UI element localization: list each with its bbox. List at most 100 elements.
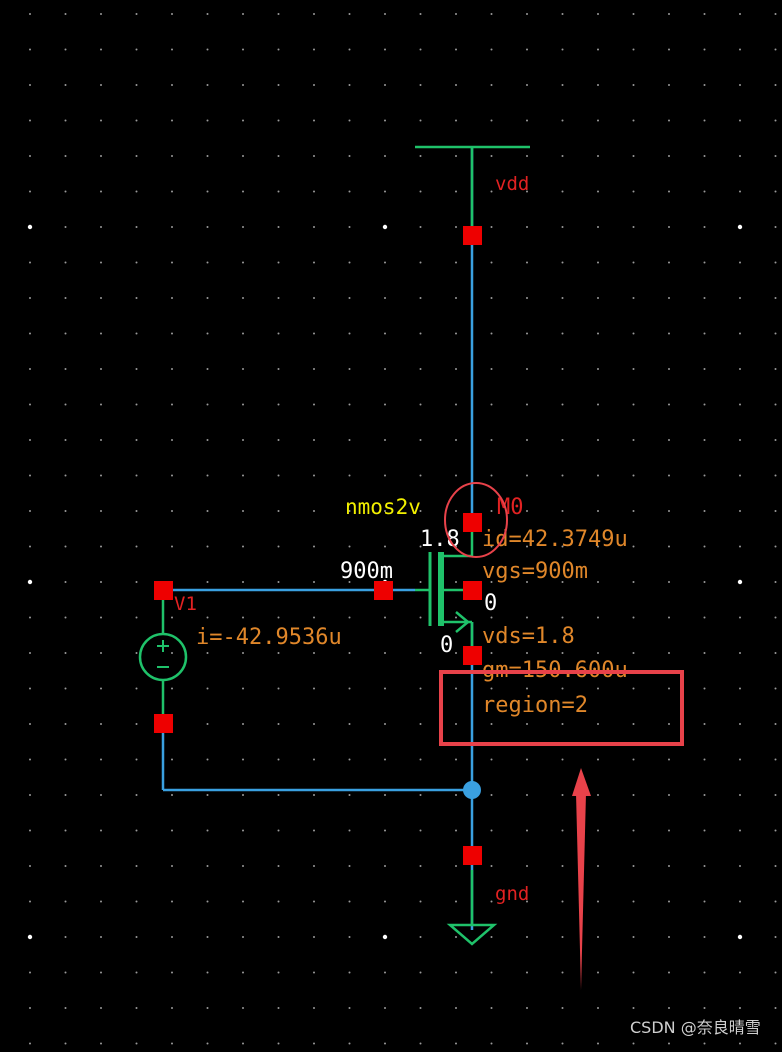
grid-dot bbox=[64, 368, 67, 370]
grid-dot bbox=[135, 936, 138, 938]
grid-dot bbox=[384, 900, 386, 903]
grid-dot bbox=[277, 865, 280, 867]
grid-dot bbox=[419, 616, 422, 619]
grid-dot bbox=[597, 758, 599, 761]
grid-dot bbox=[135, 971, 138, 974]
grid-dot bbox=[348, 155, 351, 157]
grid-dot bbox=[419, 794, 422, 796]
grid-dot bbox=[100, 581, 102, 583]
grid-dot bbox=[419, 261, 422, 264]
grid-dot bbox=[526, 439, 528, 441]
grid-dot bbox=[703, 155, 706, 157]
grid-dot bbox=[632, 794, 635, 796]
grid-dot bbox=[455, 581, 457, 583]
grid-dot bbox=[561, 84, 564, 86]
grid-dot bbox=[490, 119, 493, 122]
grid-dot bbox=[526, 297, 528, 299]
grid-dot bbox=[455, 1042, 457, 1045]
grid-dot bbox=[277, 581, 280, 583]
grid-dot bbox=[774, 829, 777, 832]
grid-dot bbox=[242, 652, 244, 654]
grid-dot bbox=[313, 865, 315, 867]
grid-dot bbox=[384, 616, 386, 619]
grid-dot bbox=[384, 1042, 386, 1045]
grid-dot bbox=[739, 900, 741, 903]
grid-dot bbox=[526, 652, 528, 654]
grid-dot bbox=[455, 616, 457, 619]
grid-dot bbox=[135, 332, 138, 335]
grid-dot bbox=[668, 84, 670, 86]
grid-dot bbox=[455, 190, 457, 193]
grid-dot bbox=[384, 155, 386, 157]
grid-dot bbox=[242, 474, 244, 477]
grid-dot bbox=[668, 155, 670, 157]
grid-dot bbox=[739, 616, 741, 619]
grid-dot bbox=[419, 936, 422, 938]
grid-dot bbox=[348, 652, 351, 654]
grid-dot bbox=[206, 1007, 209, 1009]
grid-dot bbox=[419, 581, 422, 583]
grid-dot bbox=[348, 119, 351, 122]
grid-dot bbox=[313, 226, 315, 228]
grid-dot bbox=[455, 84, 457, 86]
grid-dot bbox=[597, 1007, 599, 1009]
grid-dot bbox=[774, 1007, 777, 1009]
grid-dot bbox=[739, 155, 741, 157]
grid-dot bbox=[632, 332, 635, 335]
model-name-label: nmos2v bbox=[345, 495, 421, 519]
grid-dot bbox=[774, 581, 777, 583]
grid-dot bbox=[64, 332, 67, 335]
grid-dot bbox=[348, 84, 351, 86]
grid-dot bbox=[632, 474, 635, 477]
grid-dot bbox=[171, 936, 173, 938]
grid-dot bbox=[313, 829, 315, 832]
grid-dot bbox=[668, 936, 670, 938]
grid-dot bbox=[100, 1042, 102, 1045]
grid-dot bbox=[668, 794, 670, 796]
grid-dot bbox=[597, 581, 599, 583]
grid-dot bbox=[206, 723, 209, 725]
grid-dot bbox=[774, 155, 777, 157]
grid-dot bbox=[242, 226, 244, 228]
grid-dot bbox=[277, 439, 280, 441]
grid-dot bbox=[206, 581, 209, 583]
grid-dot bbox=[668, 652, 670, 654]
grid-dot bbox=[277, 368, 280, 370]
grid-dot bbox=[277, 1007, 280, 1009]
grid-dot bbox=[737, 579, 743, 585]
grid-dot bbox=[597, 723, 599, 725]
grid-dot bbox=[490, 261, 493, 264]
grid-dot bbox=[455, 439, 457, 441]
grid-dot bbox=[384, 403, 386, 406]
grid-dot bbox=[739, 794, 741, 796]
grid-dot bbox=[526, 13, 528, 15]
grid-dot bbox=[668, 226, 670, 228]
grid-dot bbox=[668, 368, 670, 370]
grid-dot bbox=[739, 652, 741, 654]
grid-dot bbox=[419, 155, 422, 157]
schematic-canvas[interactable]: vdd gnd nmos2v M0 1.8 900m 0 0 id=42.374… bbox=[0, 0, 782, 1048]
grid-dot bbox=[277, 545, 280, 548]
grid-dot bbox=[419, 84, 422, 86]
grid-dot bbox=[277, 936, 280, 938]
grid-dot bbox=[206, 403, 209, 406]
grid-dot bbox=[668, 687, 670, 690]
grid-dot bbox=[313, 13, 315, 15]
grid-dot bbox=[348, 829, 351, 832]
grid-dot bbox=[597, 332, 599, 335]
grid-dot bbox=[455, 1007, 457, 1009]
grid-dot bbox=[455, 226, 457, 228]
grid-dot bbox=[242, 297, 244, 299]
grid-dot bbox=[27, 224, 33, 230]
grid-dot bbox=[419, 368, 422, 370]
grid-dot bbox=[774, 1042, 777, 1045]
grid-dot bbox=[277, 758, 280, 761]
grid-dot bbox=[668, 900, 670, 903]
grid-dot bbox=[490, 723, 493, 725]
grid-dot bbox=[632, 687, 635, 690]
grid-dot bbox=[739, 829, 741, 832]
grid-dot bbox=[206, 84, 209, 86]
grid-dot bbox=[668, 119, 670, 122]
grid-dot bbox=[632, 48, 635, 51]
grid-dot bbox=[313, 368, 315, 370]
